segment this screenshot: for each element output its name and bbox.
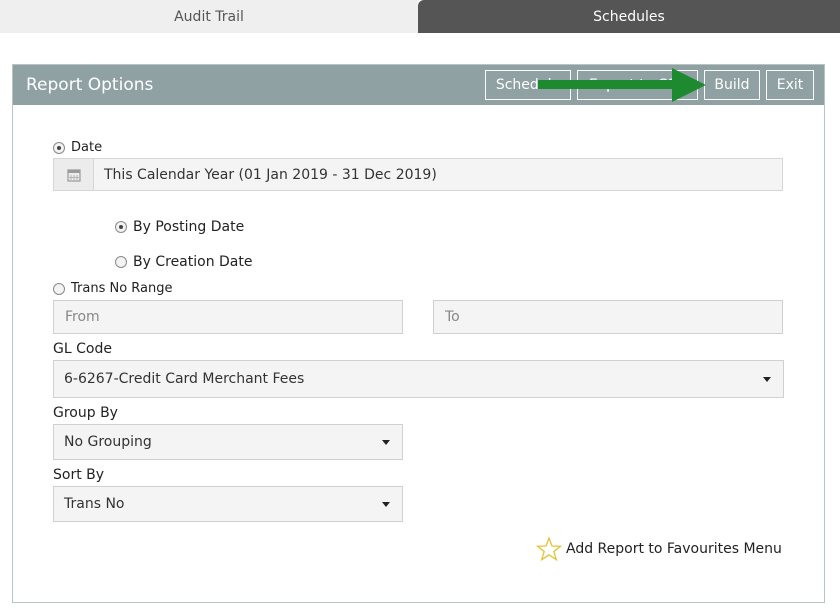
exit-button[interactable]: Exit	[766, 70, 814, 100]
posting-date-label: By Posting Date	[133, 219, 245, 235]
group-by-select[interactable]: No Grouping	[53, 424, 403, 460]
schedule-button[interactable]: Schedule	[485, 70, 571, 100]
group-by-label: Group By	[53, 405, 118, 421]
by-posting-date-option[interactable]: By Posting Date	[115, 219, 244, 235]
trans-from-input[interactable]	[53, 300, 403, 334]
tab-audit-trail[interactable]: Audit Trail	[0, 0, 418, 33]
sort-by-label: Sort By	[53, 467, 105, 483]
trans-no-range-label: Trans No Range	[71, 281, 173, 296]
add-to-favourites-link[interactable]: Add Report to Favourites Menu	[536, 536, 782, 562]
tab-bar: Audit Trail Schedules	[0, 0, 840, 33]
trans-to-input[interactable]	[433, 300, 783, 334]
trans-no-range-radio[interactable]	[53, 282, 65, 295]
group-by-value: No Grouping	[64, 434, 152, 450]
sort-by-select[interactable]: Trans No	[53, 486, 403, 522]
date-radio[interactable]	[53, 141, 65, 154]
trans-no-range-option[interactable]: Trans No Range	[53, 281, 173, 296]
calendar-icon[interactable]	[54, 159, 94, 190]
date-option[interactable]: Date	[53, 140, 102, 155]
tab-schedules[interactable]: Schedules	[418, 0, 840, 33]
panel-title: Report Options	[26, 75, 154, 95]
creation-date-label: By Creation Date	[133, 254, 253, 270]
build-button[interactable]: Build	[704, 70, 760, 100]
favourites-label: Add Report to Favourites Menu	[566, 541, 782, 557]
chevron-down-icon	[763, 376, 771, 382]
chevron-down-icon	[382, 501, 390, 507]
chevron-down-icon	[382, 439, 390, 445]
creation-date-radio[interactable]	[115, 256, 127, 268]
gl-code-label: GL Code	[53, 341, 112, 357]
date-range-field[interactable]: This Calendar Year (01 Jan 2019 - 31 Dec…	[53, 158, 783, 191]
gl-code-value: 6-6267-Credit Card Merchant Fees	[64, 371, 305, 387]
gl-code-select[interactable]: 6-6267-Credit Card Merchant Fees	[53, 360, 784, 398]
header-buttons: Schedule Export to CSV Build Exit	[485, 70, 814, 100]
date-label: Date	[71, 140, 103, 155]
posting-date-radio[interactable]	[115, 221, 127, 233]
date-range-value: This Calendar Year (01 Jan 2019 - 31 Dec…	[104, 166, 437, 183]
panel-header: Report Options Schedule Export to CSV Bu…	[13, 65, 824, 105]
export-to-csv-button[interactable]: Export to CSV	[577, 70, 698, 100]
sort-by-value: Trans No	[64, 496, 125, 512]
by-creation-date-option[interactable]: By Creation Date	[115, 254, 253, 270]
star-icon	[536, 536, 562, 562]
